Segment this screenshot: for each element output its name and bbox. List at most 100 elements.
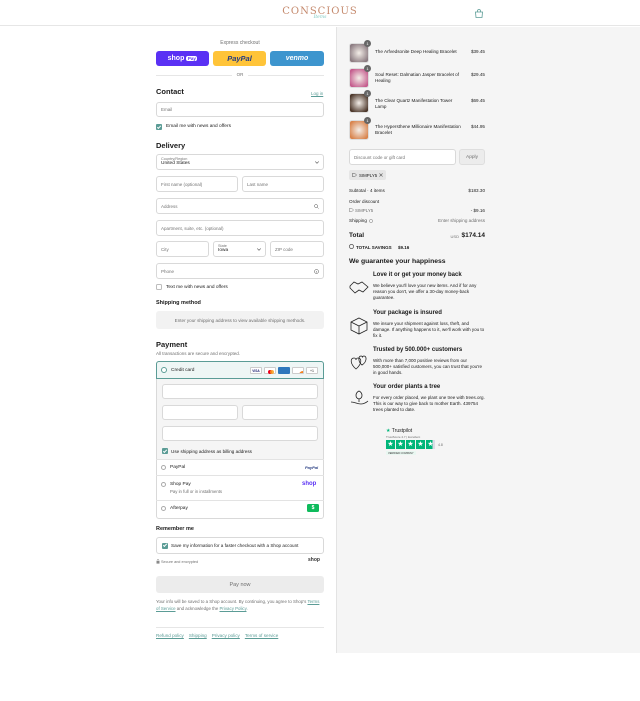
venmo-button[interactable]: venmo <box>270 51 324 66</box>
footer-link-refund[interactable]: Refund policy <box>156 633 184 638</box>
card-expiry-field[interactable] <box>162 405 238 420</box>
credit-card-option[interactable]: Credit card VISA +1 <box>156 361 324 379</box>
help-icon[interactable] <box>369 219 373 223</box>
credit-card-label: Credit card <box>171 367 195 373</box>
shoppay-option-sub: Pay in full or in installments <box>170 489 223 494</box>
footer-link-shipping[interactable]: Shipping <box>189 633 207 638</box>
paypal-button[interactable]: PayPal <box>213 51 266 66</box>
trustpilot-stars: ★ ★ ★ ★ ★ <box>386 440 435 449</box>
afterpay-logo: $ <box>307 504 319 512</box>
billing-same-checkbox[interactable] <box>162 448 168 454</box>
newsletter-checkbox[interactable] <box>156 124 162 130</box>
payment-heading: Payment <box>156 340 188 349</box>
credit-card-radio[interactable] <box>161 367 167 373</box>
product-thumbnail: 1 <box>349 90 371 113</box>
paypal-option-logo: PayPal <box>305 465 319 470</box>
star-icon: ★ <box>416 440 425 449</box>
save-info-checkbox[interactable] <box>162 542 168 549</box>
card-name-field[interactable] <box>162 426 318 441</box>
city-field[interactable]: City <box>156 241 209 257</box>
footer-link-terms[interactable]: Terms of service <box>245 633 278 638</box>
guarantee-title: Your order plants a tree <box>373 384 441 390</box>
order-discount-code: SIMPLY5 <box>355 207 374 213</box>
guarantee-title: Love it or get your money back <box>373 272 462 278</box>
tag-icon <box>349 244 354 249</box>
star-icon: ★ <box>426 440 435 449</box>
site-header: CONSCIOUS Items <box>0 0 640 26</box>
paypal-option-label[interactable]: PayPal <box>170 465 185 470</box>
chevron-down-icon <box>257 248 261 251</box>
phone-field[interactable]: Phone <box>156 263 324 279</box>
card-cvv-field[interactable] <box>242 405 318 420</box>
product-price: $29.45 <box>470 72 485 77</box>
trustpilot-widget[interactable]: ★ Trustpilot TrustScore 4.7 | Excellent … <box>386 428 454 461</box>
contact-heading: Contact <box>156 87 184 96</box>
quantity-badge: 1 <box>364 40 371 47</box>
delivery-heading: Delivery <box>156 141 186 150</box>
country-select[interactable]: Country/Region United States <box>156 154 324 170</box>
apartment-field[interactable]: Apartment, suite, etc. (optional) <box>156 220 324 236</box>
product-name: The Clear Quartz Manifestation Tower Lam… <box>375 98 453 109</box>
lock-icon <box>156 559 160 564</box>
legal-text: Your info will be saved to a Shop accoun… <box>156 599 320 611</box>
discount-code-label: SIMPLY5 <box>359 172 378 178</box>
total-savings-label: TOTAL SAVINGS <box>356 244 392 250</box>
zip-field[interactable]: ZIP code <box>270 241 324 257</box>
shop-logo: shop <box>308 557 320 563</box>
tree-hand-icon <box>350 390 369 405</box>
apply-button[interactable]: Apply <box>459 149 485 165</box>
help-icon[interactable] <box>314 269 319 274</box>
secure-label: Secure and encrypted <box>161 559 199 564</box>
tag-icon <box>349 208 354 212</box>
privacy-link[interactable]: Privacy Policy <box>220 606 247 611</box>
sms-checkbox[interactable] <box>156 284 162 290</box>
payment-subtitle: All transactions are secure and encrypte… <box>156 351 241 356</box>
quantity-badge: 1 <box>364 90 371 97</box>
footer-link-privacy[interactable]: Privacy policy <box>212 633 240 638</box>
guarantee-heading: We guarantee your happiness <box>349 258 446 265</box>
hearts-icon <box>350 355 367 370</box>
shoppay-radio[interactable] <box>161 482 166 487</box>
shoppay-option-label[interactable]: Shop Pay <box>170 482 191 487</box>
paypal-radio[interactable] <box>161 465 166 470</box>
email-field[interactable]: Email <box>156 102 324 117</box>
pay-now-button[interactable]: Pay now <box>156 576 324 593</box>
discount-code-field[interactable]: Discount code or gift card <box>349 149 456 165</box>
handshake-icon <box>349 281 369 294</box>
country-value: United States <box>161 161 190 166</box>
guarantee-body: We insure your shipment against loss, th… <box>373 321 485 339</box>
last-name-field[interactable]: Last name <box>242 176 324 192</box>
quantity-badge: 1 <box>364 117 371 124</box>
product-name: Soul Reset: Dalmatian Jasper Bracelet of… <box>375 72 460 83</box>
shipping-label: Shipping <box>349 218 367 223</box>
shop-pay-logo: shop <box>167 55 185 62</box>
address-placeholder: Address <box>161 203 178 209</box>
product-thumbnail: 1 <box>349 65 371 88</box>
first-name-field[interactable]: First name (optional) <box>156 176 238 192</box>
guarantee-body: For every order placed, we plant one tre… <box>373 395 485 413</box>
product-price: $44.95 <box>470 124 485 129</box>
amex-icon <box>278 367 290 374</box>
afterpay-option-label[interactable]: Afterpay <box>170 506 188 511</box>
login-link[interactable]: Log in <box>311 91 323 96</box>
star-icon: ★ <box>406 440 415 449</box>
afterpay-radio[interactable] <box>161 506 166 511</box>
guarantee-body: With more than 7,000 positive reviews fr… <box>373 358 483 376</box>
discover-icon <box>292 367 304 374</box>
shop-pay-button[interactable]: shop Pay <box>156 51 209 66</box>
product-price: $69.45 <box>470 98 485 103</box>
product-price: $39.45 <box>470 49 485 54</box>
shipping-value: Enter shipping address <box>438 218 485 223</box>
paypal-logo: PayPal <box>227 54 252 63</box>
state-select[interactable]: State Iowa <box>213 241 266 257</box>
trustpilot-brand: ★ Trustpilot <box>386 428 413 434</box>
shoppay-option-logo: shop <box>302 481 317 487</box>
close-icon[interactable] <box>379 173 383 177</box>
order-summary: 1 The Arfvedsonite Deep Healing Bracelet… <box>349 0 485 701</box>
card-number-field[interactable] <box>162 384 318 399</box>
address-field[interactable]: Address <box>156 198 324 214</box>
search-icon <box>314 204 319 209</box>
quantity-badge: 1 <box>364 65 371 72</box>
guarantee-title: Your package is insured <box>373 310 442 316</box>
more-cards-badge: +1 <box>306 367 318 374</box>
